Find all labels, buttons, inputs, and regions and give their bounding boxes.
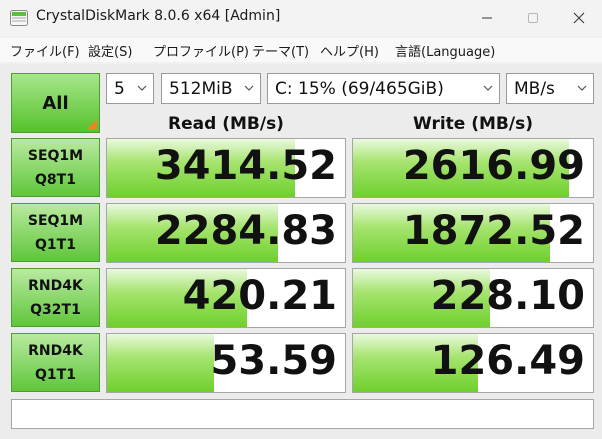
maximize-button[interactable] xyxy=(510,0,556,36)
read-value: 2284.83 xyxy=(154,208,337,254)
unit-value: MB/s xyxy=(514,79,555,99)
test-button-line1: RND4K xyxy=(28,342,83,359)
write-result-rnd4k-q32t1: 228.10 xyxy=(352,268,594,328)
write-value: 2616.99 xyxy=(402,143,585,189)
test-button-seq1m-q8t1[interactable]: SEQ1M Q8T1 xyxy=(11,138,100,197)
test-button-line2: Q32T1 xyxy=(30,301,81,318)
read-result-seq1m-q1t1: 2284.83 xyxy=(106,203,346,263)
write-column-header: Write (MB/s) xyxy=(413,114,533,134)
test-button-line2: Q1T1 xyxy=(35,366,76,383)
chevron-down-icon xyxy=(483,85,493,91)
test-button-line1: SEQ1M xyxy=(27,147,84,164)
test-button-line2: Q8T1 xyxy=(35,171,76,188)
read-value: 420.21 xyxy=(182,273,337,319)
unit-select[interactable]: MB/s xyxy=(506,73,594,104)
test-button-line1: SEQ1M xyxy=(27,212,84,229)
close-icon xyxy=(573,12,585,24)
test-button-rnd4k-q1t1[interactable]: RND4K Q1T1 xyxy=(11,333,100,392)
chevron-down-icon xyxy=(137,85,147,91)
write-result-rnd4k-q1t1: 126.49 xyxy=(352,333,594,393)
menu-bar: ファイル(F) 設定(S) プロファイル(P) テーマ(T) ヘルプ(H) 言語… xyxy=(0,38,602,62)
test-button-rnd4k-q32t1[interactable]: RND4K Q32T1 xyxy=(11,268,100,327)
test-count-select[interactable]: 5 xyxy=(106,73,154,104)
read-result-seq1m-q8t1: 3414.52 xyxy=(106,138,346,198)
read-result-rnd4k-q1t1: 53.59 xyxy=(106,333,346,393)
menu-file[interactable]: ファイル(F) xyxy=(10,41,80,60)
read-bar xyxy=(107,334,215,392)
test-size-select[interactable]: 512MiB xyxy=(161,73,261,104)
all-button-corner-marker xyxy=(86,119,97,130)
comment-field[interactable] xyxy=(11,399,594,429)
read-value: 3414.52 xyxy=(154,143,337,189)
write-value: 228.10 xyxy=(430,273,585,319)
drive-value: C: 15% (69/465GiB) xyxy=(275,79,444,99)
read-column-header: Read (MB/s) xyxy=(168,114,284,134)
title-bar[interactable]: CrystalDiskMark 8.0.6 x64 [Admin] xyxy=(0,0,602,36)
menu-settings[interactable]: 設定(S) xyxy=(88,41,132,60)
all-button[interactable]: All xyxy=(11,73,100,133)
maximize-icon xyxy=(528,13,538,23)
menu-theme[interactable]: テーマ(T) xyxy=(252,41,309,60)
test-button-seq1m-q1t1[interactable]: SEQ1M Q1T1 xyxy=(11,203,100,262)
test-count-value: 5 xyxy=(114,79,125,99)
test-button-line2: Q1T1 xyxy=(35,236,76,253)
write-value: 1872.52 xyxy=(402,208,585,254)
minimize-icon xyxy=(482,17,492,19)
read-result-rnd4k-q32t1: 420.21 xyxy=(106,268,346,328)
menu-profile[interactable]: プロファイル(P) xyxy=(153,41,249,60)
crystaldiskmark-icon xyxy=(10,10,28,26)
drive-select[interactable]: C: 15% (69/465GiB) xyxy=(267,73,500,104)
window-title: CrystalDiskMark 8.0.6 x64 [Admin] xyxy=(36,8,281,24)
close-button[interactable] xyxy=(556,0,602,36)
write-result-seq1m-q8t1: 2616.99 xyxy=(352,138,594,198)
chevron-down-icon xyxy=(244,85,254,91)
chevron-down-icon xyxy=(577,85,587,91)
write-value: 126.49 xyxy=(430,338,585,384)
read-value: 53.59 xyxy=(210,338,337,384)
test-button-line1: RND4K xyxy=(28,277,83,294)
menu-help[interactable]: ヘルプ(H) xyxy=(320,41,379,60)
write-result-seq1m-q1t1: 1872.52 xyxy=(352,203,594,263)
minimize-button[interactable] xyxy=(464,0,510,36)
all-button-label: All xyxy=(42,92,69,114)
test-size-value: 512MiB xyxy=(169,79,233,99)
menu-language[interactable]: 言語(Language) xyxy=(395,41,495,60)
